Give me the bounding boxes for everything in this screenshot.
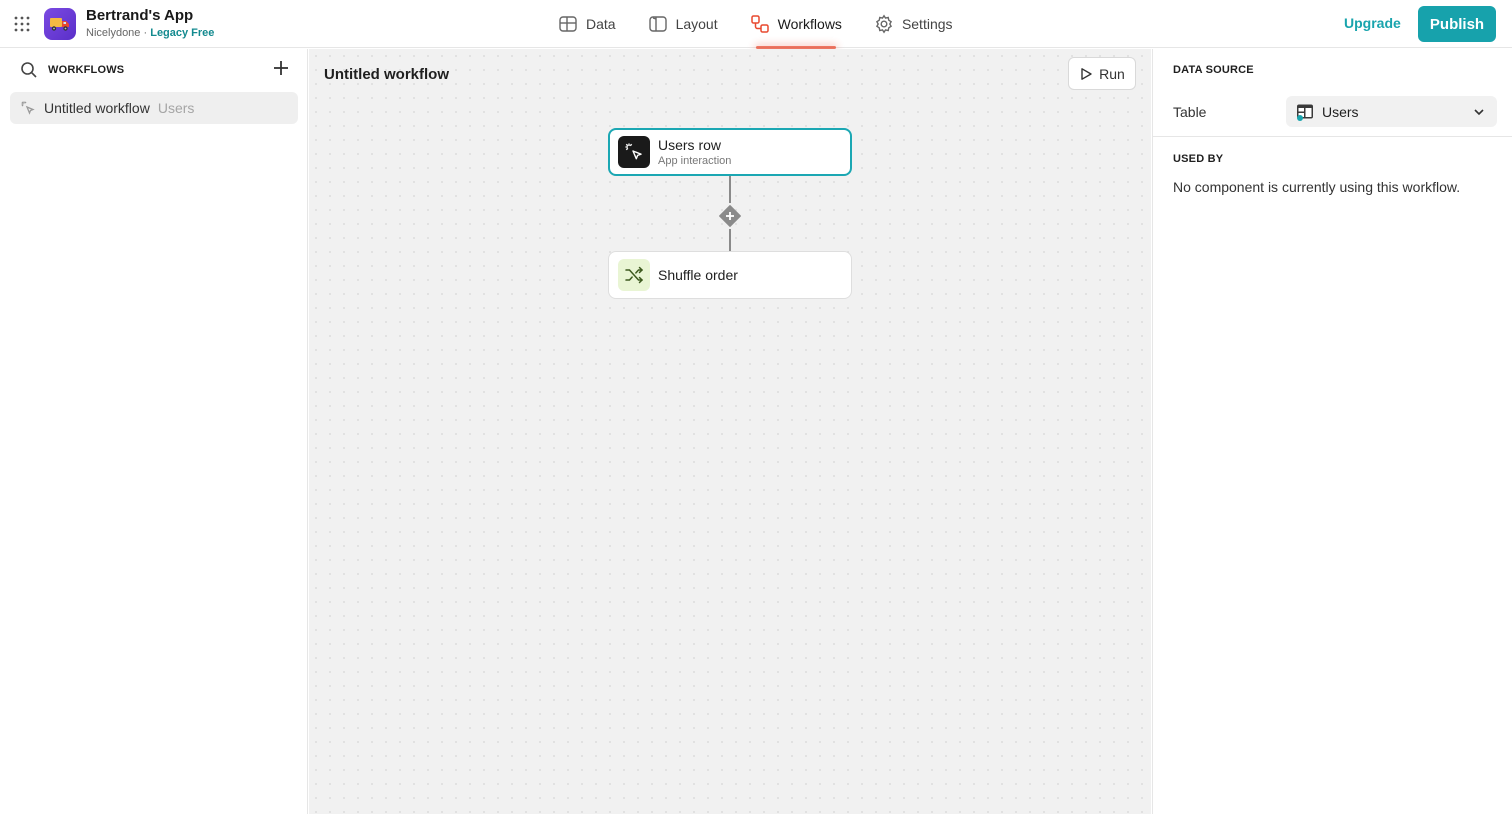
- app-name[interactable]: Bertrand's App: [86, 7, 193, 24]
- workflows-sidebar: WORKFLOWS Untitled workflow Users: [0, 49, 308, 814]
- step-node-title: Shuffle order: [658, 267, 738, 283]
- sidebar-item-table: Users: [157, 100, 195, 116]
- workflow-canvas[interactable]: Untitled workflow Run Users row App inte…: [309, 49, 1151, 814]
- subtitle-separator: ·: [143, 27, 148, 39]
- play-icon: [1081, 67, 1092, 80]
- app-logo-truck-icon[interactable]: [44, 8, 76, 40]
- plan-badge[interactable]: Legacy Free: [150, 27, 214, 39]
- users-table-icon: [1297, 104, 1313, 121]
- table-select[interactable]: Users: [1286, 96, 1497, 127]
- sidebar-item-untitled-workflow[interactable]: Untitled workflow Users: [10, 92, 298, 124]
- upgrade-link[interactable]: Upgrade: [1344, 15, 1401, 31]
- nav-tab-label: Workflows: [777, 16, 842, 32]
- click-trigger-icon: [21, 101, 35, 115]
- used-by-empty-text: No component is currently using this wor…: [1173, 179, 1461, 195]
- add-workflow-button[interactable]: [272, 59, 290, 82]
- nav-tab-label: Layout: [675, 16, 718, 32]
- data-source-heading: DATA SOURCE: [1173, 64, 1254, 76]
- workflow-title[interactable]: Untitled workflow: [324, 66, 449, 83]
- panel-divider: [1153, 136, 1512, 137]
- trigger-node-text: Users row App interaction: [658, 137, 731, 167]
- run-label: Run: [1099, 65, 1125, 82]
- step-node-shuffle-order[interactable]: Shuffle order: [608, 251, 852, 299]
- workspace-name: Nicelydone: [86, 27, 141, 39]
- sidebar-item-label: Untitled workflow: [44, 100, 150, 116]
- nav-tab-data[interactable]: Data: [550, 0, 624, 48]
- nav-tab-label: Data: [586, 16, 616, 32]
- connector-line: [729, 229, 731, 251]
- workflows-icon: [750, 15, 769, 33]
- run-button[interactable]: Run: [1068, 57, 1136, 90]
- plus-icon: [274, 61, 288, 75]
- sidebar-title: WORKFLOWS: [48, 64, 125, 76]
- layout-icon: [648, 16, 667, 32]
- gear-icon: [875, 14, 892, 34]
- table-select-value: Users: [1322, 103, 1359, 120]
- main-nav: Data Layout Workflows Settings: [550, 0, 977, 49]
- app-subtitle: Nicelydone · Legacy Free: [86, 27, 214, 39]
- workflow-properties-panel: DATA SOURCE Table Users USED BY No compo…: [1152, 49, 1512, 814]
- nav-tab-layout[interactable]: Layout: [640, 0, 726, 48]
- top-bar: Bertrand's App Nicelydone · Legacy Free …: [0, 0, 1512, 49]
- nav-tab-workflows[interactable]: Workflows: [742, 0, 850, 49]
- search-icon[interactable]: [20, 61, 38, 84]
- nav-tab-label: Settings: [901, 16, 953, 32]
- shuffle-icon: [618, 259, 650, 291]
- chevron-down-icon: [1474, 109, 1484, 116]
- plus-diamond-icon: [719, 205, 741, 227]
- table-label: Table: [1173, 104, 1207, 120]
- used-by-heading: USED BY: [1173, 153, 1224, 165]
- step-node-text: Shuffle order: [658, 267, 738, 283]
- nav-tab-settings[interactable]: Settings: [866, 0, 961, 48]
- table-icon: [559, 16, 577, 32]
- trigger-node-subtitle: App interaction: [658, 155, 732, 167]
- connector-line: [729, 176, 731, 203]
- click-trigger-icon: [618, 136, 650, 168]
- trigger-node[interactable]: Users row App interaction: [608, 128, 852, 176]
- add-step-button[interactable]: [718, 204, 742, 228]
- publish-button[interactable]: Publish: [1418, 6, 1496, 42]
- trigger-node-title: Users row: [658, 137, 722, 153]
- apps-grid-icon[interactable]: [13, 15, 31, 33]
